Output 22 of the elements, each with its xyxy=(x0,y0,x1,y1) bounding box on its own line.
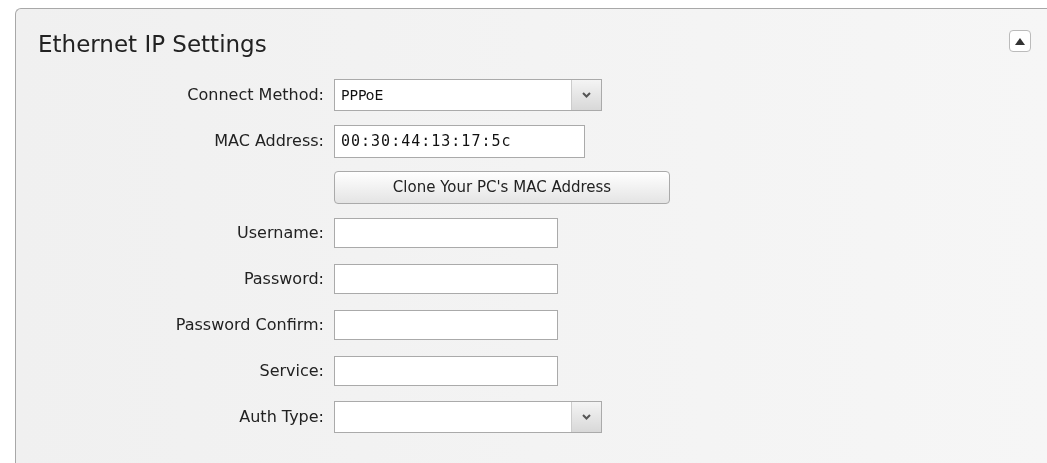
input-field[interactable]: 00:30:44:13:17:5c xyxy=(334,124,585,158)
field-label: Service: xyxy=(258,360,325,382)
input-field[interactable] xyxy=(334,218,558,248)
chevron-down-icon xyxy=(582,92,591,98)
collapse-icon xyxy=(1015,37,1025,45)
panel-title: Ethernet IP Settings xyxy=(38,33,267,56)
dropdown-button[interactable] xyxy=(571,402,601,432)
field-label: Username: xyxy=(236,222,325,244)
dropdown-button[interactable] xyxy=(571,80,601,110)
clone-mac-button[interactable]: Clone Your PC's MAC Address xyxy=(334,170,670,204)
field-label: MAC Address: xyxy=(213,130,325,152)
collapse-button[interactable] xyxy=(1009,30,1031,52)
input-field[interactable] xyxy=(334,356,558,386)
dropdown-field[interactable]: PPPoE xyxy=(334,79,602,111)
field-label: Password: xyxy=(242,268,325,290)
chevron-down-icon xyxy=(582,414,591,420)
field-label: Auth Type: xyxy=(238,406,325,428)
input-field[interactable] xyxy=(334,264,558,294)
field-label: Connect Method: xyxy=(186,84,325,106)
dropdown-field[interactable] xyxy=(334,401,602,433)
input-field[interactable] xyxy=(334,310,558,340)
field-label: Password Confirm: xyxy=(174,314,325,336)
